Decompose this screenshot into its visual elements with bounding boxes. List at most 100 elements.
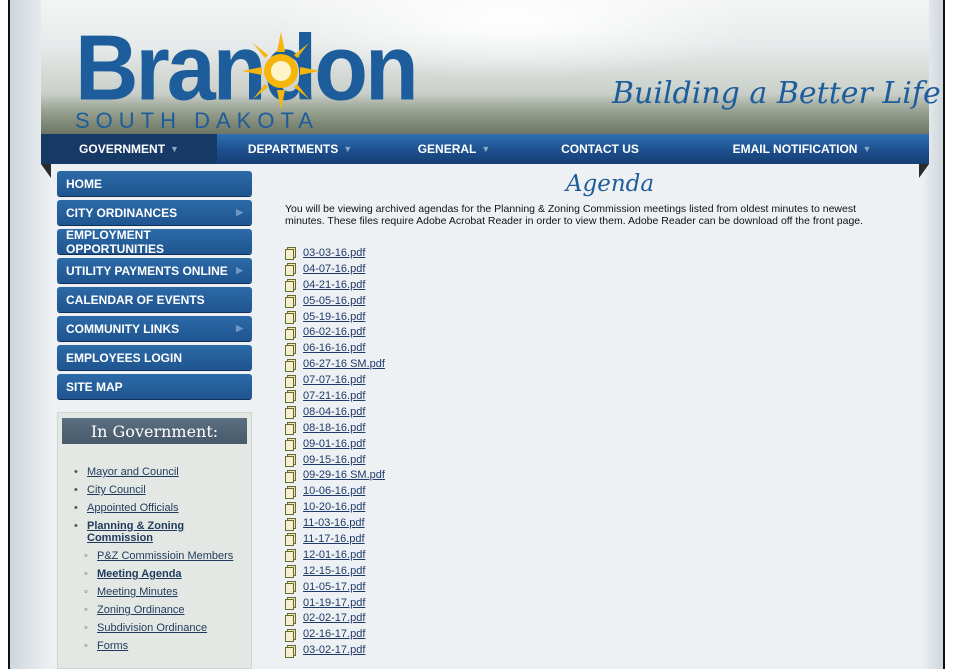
pdf-file-icon[interactable]: [285, 549, 296, 563]
agenda-file-item: 08-18-16.pdf: [285, 420, 885, 436]
pdf-file-icon[interactable]: [285, 263, 296, 277]
agenda-file-link[interactable]: 11-17-16.pdf: [303, 533, 365, 545]
pdf-file-icon[interactable]: [285, 581, 296, 595]
nav-email-notification[interactable]: EMAIL NOTIFICATION ▼: [675, 134, 929, 164]
agenda-file-item: 02-16-17.pdf: [285, 626, 885, 642]
gov-link-zoning-ordinance[interactable]: Zoning Ordinance: [84, 604, 251, 616]
agenda-file-link[interactable]: 02-02-17.pdf: [303, 612, 365, 624]
in-government-list: Mayor and Council City Council Appointed…: [58, 444, 251, 652]
agenda-file-link[interactable]: 09-01-16.pdf: [303, 438, 365, 450]
agenda-file-link[interactable]: 08-04-16.pdf: [303, 406, 365, 418]
pdf-file-icon[interactable]: [285, 247, 296, 261]
pdf-file-icon[interactable]: [285, 469, 296, 483]
agenda-file-item: 06-27-16 SM.pdf: [285, 356, 885, 372]
agenda-file-item: 05-05-16.pdf: [285, 293, 885, 309]
agenda-file-item: 03-02-17.pdf: [285, 642, 885, 658]
pdf-file-icon[interactable]: [285, 326, 296, 340]
pdf-file-icon[interactable]: [285, 390, 296, 404]
agenda-file-link[interactable]: 06-02-16.pdf: [303, 326, 365, 338]
gov-link-forms[interactable]: Forms: [84, 640, 251, 652]
agenda-file-link[interactable]: 07-07-16.pdf: [303, 374, 365, 386]
pdf-file-icon[interactable]: [285, 311, 296, 324]
chevron-down-icon: ▼: [170, 144, 179, 154]
agenda-file-item: 12-01-16.pdf: [285, 547, 885, 563]
chevron-right-icon: ▶: [236, 207, 243, 217]
sidebar-item-utility-payments[interactable]: UTILITY PAYMENTS ONLINE ▶: [57, 258, 252, 283]
agenda-file-item: 09-01-16.pdf: [285, 436, 885, 452]
gov-link-city-council[interactable]: City Council: [74, 484, 251, 496]
intro-text: You will be viewing archived agendas for…: [285, 203, 864, 227]
main-content: Agenda You will be viewing archived agen…: [285, 171, 885, 658]
agenda-file-item: 01-19-17.pdf: [285, 595, 885, 611]
gov-link-planning-zoning[interactable]: Planning & Zoning Commission: [74, 520, 251, 544]
agenda-file-link[interactable]: 09-29-16 SM.pdf: [303, 469, 385, 481]
sidebar-item-city-ordinances[interactable]: CITY ORDINANCES ▶: [57, 200, 252, 225]
nav-government[interactable]: GOVERNMENT ▼: [41, 134, 217, 164]
agenda-file-link[interactable]: 12-15-16.pdf: [303, 565, 365, 577]
nav-departments[interactable]: DEPARTMENTS ▼: [217, 134, 383, 164]
agenda-file-link[interactable]: 03-02-17.pdf: [303, 644, 365, 656]
sun-logo-icon: [242, 32, 320, 110]
gov-link-meeting-agenda[interactable]: Meeting Agenda: [84, 568, 251, 580]
agenda-file-link[interactable]: 12-01-16.pdf: [303, 549, 365, 561]
gov-link-subdivision-ordinance[interactable]: Subdivision Ordinance: [84, 622, 251, 634]
agenda-file-link[interactable]: 03-03-16.pdf: [303, 247, 365, 259]
agenda-file-link[interactable]: 10-06-16.pdf: [303, 485, 365, 497]
pdf-file-icon[interactable]: [285, 342, 296, 356]
chevron-down-icon: ▼: [343, 144, 353, 154]
pdf-file-icon[interactable]: [285, 533, 296, 547]
pdf-file-icon[interactable]: [285, 565, 296, 579]
agenda-file-item: 07-07-16.pdf: [285, 372, 885, 388]
pdf-file-icon[interactable]: [285, 644, 296, 658]
chevron-right-icon: ▶: [236, 265, 243, 275]
pdf-file-icon[interactable]: [285, 517, 296, 531]
agenda-file-item: 10-06-16.pdf: [285, 483, 885, 499]
pdf-file-icon[interactable]: [285, 358, 296, 372]
chevron-down-icon: ▼: [862, 144, 872, 154]
agenda-file-link[interactable]: 06-27-16 SM.pdf: [303, 358, 385, 370]
pdf-file-icon[interactable]: [285, 485, 296, 499]
sidebar-item-employees-login[interactable]: EMPLOYEES LOGIN: [57, 345, 252, 370]
sidebar-item-calendar-of-events[interactable]: CALENDAR OF EVENTS: [57, 287, 252, 312]
agenda-file-item: 11-03-16.pdf: [285, 515, 885, 531]
agenda-file-link[interactable]: 02-16-17.pdf: [303, 628, 365, 640]
nav-contact-us[interactable]: CONTACT US: [525, 134, 675, 164]
agenda-file-link[interactable]: 06-16-16.pdf: [303, 342, 365, 354]
pdf-file-icon[interactable]: [285, 422, 296, 436]
agenda-file-list: 03-03-16.pdf 04-07-16.pdf 04-21-16.pdf 05-0…: [285, 245, 885, 658]
agenda-file-link[interactable]: 07-21-16.pdf: [303, 390, 365, 402]
agenda-file-link[interactable]: 11-03-16.pdf: [303, 517, 365, 529]
agenda-file-item: 09-15-16.pdf: [285, 452, 885, 468]
sidebar-item-site-map[interactable]: SITE MAP: [57, 374, 252, 399]
pdf-file-icon[interactable]: [285, 628, 296, 642]
agenda-file-item: 04-21-16.pdf: [285, 277, 885, 293]
gov-link-pz-members[interactable]: P&Z Commissioin Members: [84, 550, 251, 562]
nav-general[interactable]: GENERAL ▼: [383, 134, 525, 164]
sidebar-item-home[interactable]: HOME: [57, 171, 252, 196]
gov-link-mayor-and-council[interactable]: Mayor and Council: [74, 466, 251, 478]
agenda-file-item: 09-29-16 SM.pdf: [285, 467, 885, 483]
agenda-file-link[interactable]: 01-19-17.pdf: [303, 597, 365, 609]
gov-link-appointed-officials[interactable]: Appointed Officials: [74, 502, 251, 514]
agenda-file-link[interactable]: 09-15-16.pdf: [303, 454, 365, 466]
pdf-file-icon[interactable]: [285, 612, 296, 626]
agenda-file-link[interactable]: 01-05-17.pdf: [303, 581, 365, 593]
agenda-file-item: 06-02-16.pdf: [285, 324, 885, 340]
pdf-file-icon[interactable]: [285, 438, 296, 452]
pdf-file-icon[interactable]: [285, 597, 296, 611]
agenda-file-link[interactable]: 10-20-16.pdf: [303, 501, 365, 513]
sidebar-item-employment-opportunities[interactable]: EMPLOYMENT OPPORTUNITIES: [57, 228, 252, 256]
agenda-file-link[interactable]: 08-18-16.pdf: [303, 422, 365, 434]
pdf-file-icon[interactable]: [285, 374, 296, 388]
pdf-file-icon[interactable]: [285, 406, 296, 420]
agenda-file-link[interactable]: 05-05-16.pdf: [303, 295, 365, 307]
sidebar-item-community-links[interactable]: COMMUNITY LINKS ▶: [57, 316, 252, 341]
pdf-file-icon[interactable]: [285, 279, 296, 293]
pdf-file-icon[interactable]: [285, 295, 296, 309]
gov-link-meeting-minutes[interactable]: Meeting Minutes: [84, 586, 251, 598]
pdf-file-icon[interactable]: [285, 501, 296, 515]
agenda-file-link[interactable]: 05-19-16.pdf: [303, 311, 365, 323]
agenda-file-link[interactable]: 04-21-16.pdf: [303, 279, 365, 291]
agenda-file-link[interactable]: 04-07-16.pdf: [303, 263, 365, 275]
pdf-file-icon[interactable]: [285, 454, 296, 468]
